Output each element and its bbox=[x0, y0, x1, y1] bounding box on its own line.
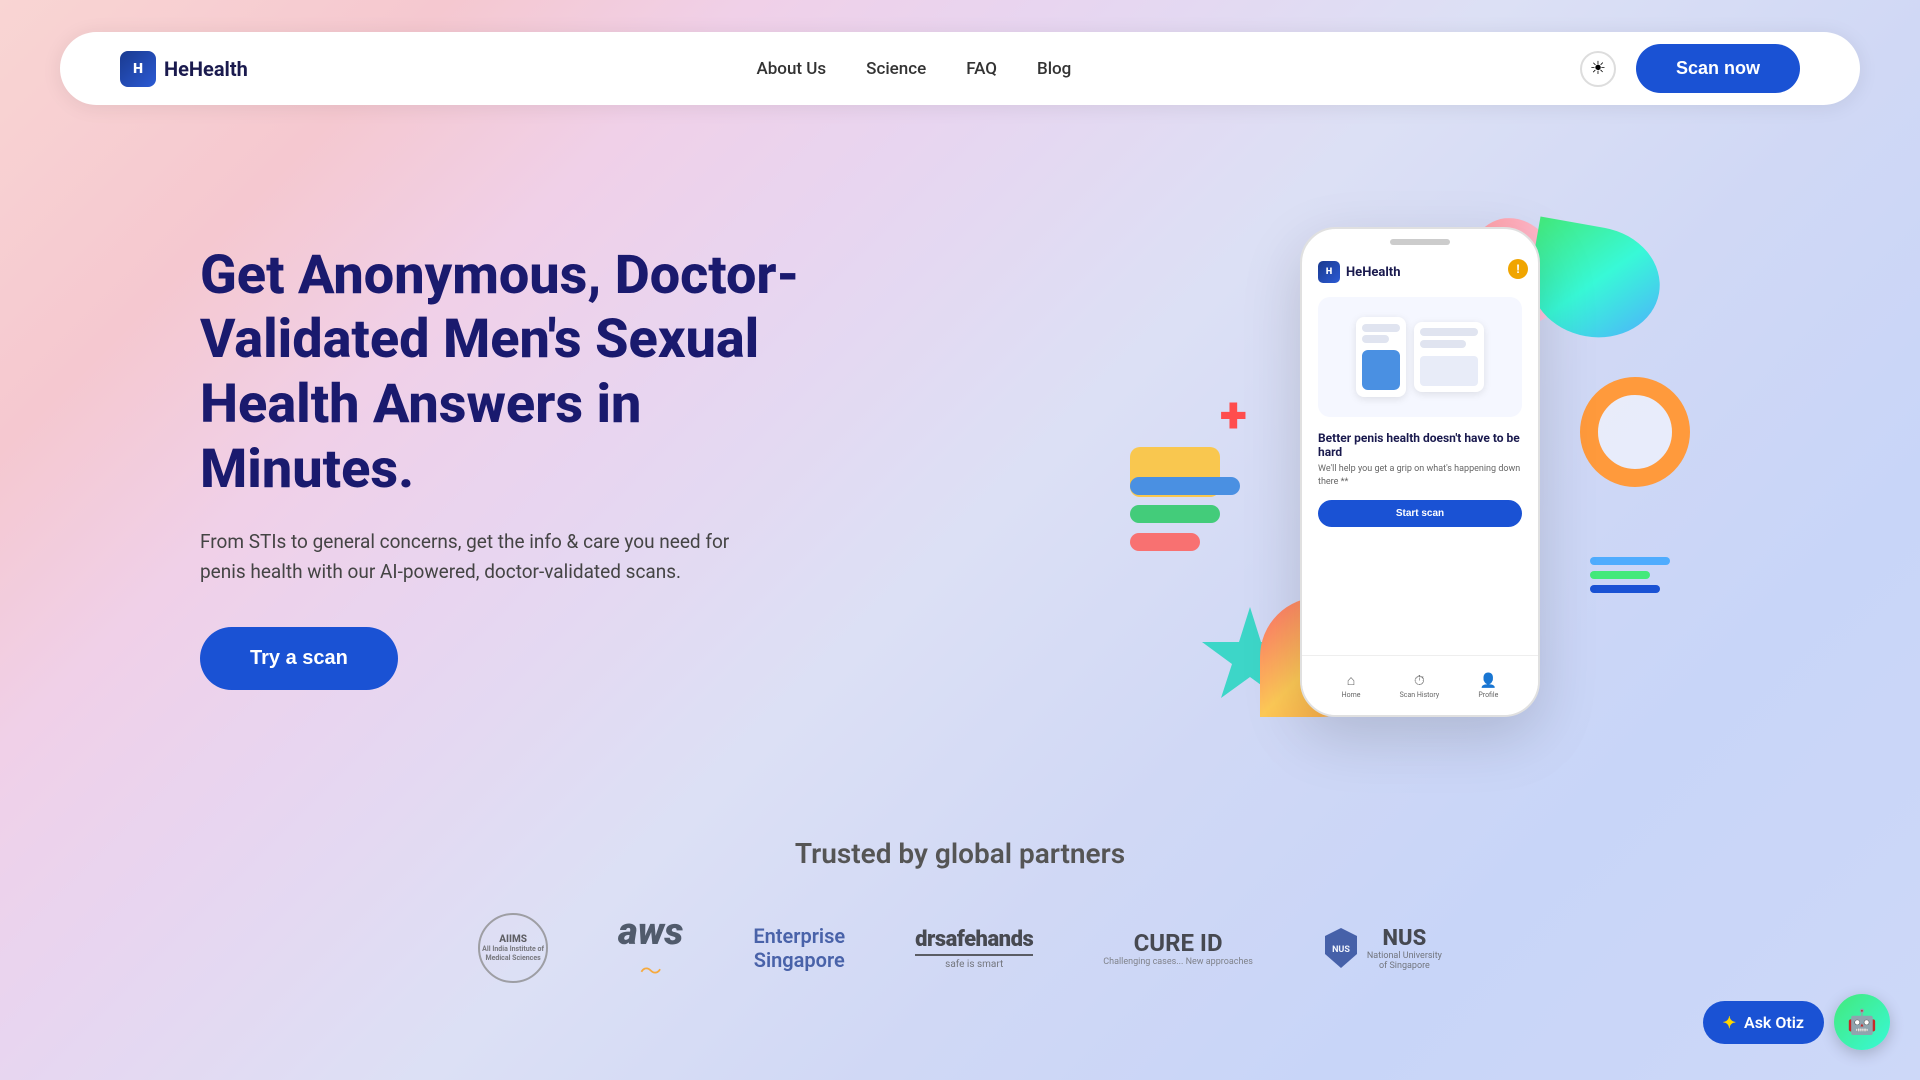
brand-logo[interactable]: H HeHealth bbox=[120, 51, 248, 87]
hero-text-block: Get Anonymous, Doctor-Validated Men's Se… bbox=[200, 244, 820, 691]
cureid-sub-text: Challenging cases... New approaches bbox=[1103, 957, 1253, 967]
nav-about[interactable]: About Us bbox=[756, 59, 826, 79]
partner-enterprise-sg: EnterpriseSingapore bbox=[753, 924, 845, 972]
pink-bar-decoration bbox=[1130, 533, 1200, 551]
chat-widget[interactable]: ✦ Ask Otiz 🤖 bbox=[1703, 994, 1890, 1050]
chat-label[interactable]: ✦ Ask Otiz bbox=[1703, 1001, 1824, 1044]
nav-links: About Us Science FAQ Blog bbox=[756, 59, 1071, 79]
sun-icon: ☀ bbox=[1590, 58, 1606, 79]
logo-icon: H bbox=[120, 51, 156, 87]
phone-mockup: H HeHealth ! bbox=[1300, 227, 1540, 717]
cureid-logo-text: CURE ID bbox=[1103, 929, 1253, 957]
plus-icon-decoration: + bbox=[1220, 387, 1247, 445]
partner-cure-id: CURE ID Challenging cases... New approac… bbox=[1103, 929, 1253, 967]
phone-logo-text: HeHealth bbox=[1346, 265, 1400, 280]
hero-visual: + H HeHealth bbox=[1120, 197, 1720, 737]
nus-subtext: National Universityof Singapore bbox=[1367, 951, 1442, 971]
theme-toggle-icon[interactable]: ☀ bbox=[1580, 51, 1616, 87]
chat-label-text: Ask Otiz bbox=[1744, 1013, 1804, 1032]
phone-preview-box2: ! bbox=[1414, 322, 1484, 392]
phone-tab-history-label: Scan History bbox=[1400, 691, 1440, 699]
phone-tab-home[interactable]: ⌂ Home bbox=[1342, 672, 1361, 699]
phone-app-preview: ! bbox=[1318, 297, 1522, 417]
brand-name: HeHealth bbox=[164, 57, 248, 81]
aws-arrow-icon: 〜 bbox=[640, 954, 662, 986]
hero-subtitle: From STIs to general concerns, get the i… bbox=[200, 527, 760, 588]
nus-logo-text: NUS bbox=[1367, 926, 1442, 951]
history-icon: ⏱ bbox=[1414, 673, 1425, 689]
navbar: H HeHealth About Us Science FAQ Blog ☀ S… bbox=[60, 32, 1860, 105]
partner-aws: aws 〜 bbox=[618, 910, 683, 986]
drsafehands-sub-text: safe is smart bbox=[915, 954, 1033, 970]
lines-decoration bbox=[1590, 557, 1670, 617]
partners-row: AIIMS All India Institute of Medical Sci… bbox=[100, 910, 1820, 986]
phone-tab-profile-label: Profile bbox=[1478, 691, 1498, 699]
green-bar-decoration bbox=[1130, 505, 1220, 523]
phone-text-block: Better penis health doesn't have to be h… bbox=[1318, 431, 1522, 488]
aiims-logo: AIIMS All India Institute of Medical Sci… bbox=[478, 913, 548, 983]
enterprise-sg-logo-text: EnterpriseSingapore bbox=[753, 924, 845, 972]
nav-science[interactable]: Science bbox=[866, 59, 926, 79]
try-scan-button[interactable]: Try a scan bbox=[200, 627, 398, 690]
phone-app-body: We'll help you get a grip on what's happ… bbox=[1318, 463, 1522, 488]
scan-now-button[interactable]: Scan now bbox=[1636, 44, 1800, 93]
partner-aiims: AIIMS All India Institute of Medical Sci… bbox=[478, 913, 548, 983]
phone-bottom-bar: ⌂ Home ⏱ Scan History 👤 Profile bbox=[1302, 655, 1538, 715]
phone-logo-icon: H bbox=[1318, 261, 1340, 283]
profile-icon: 👤 bbox=[1480, 673, 1497, 689]
phone-start-scan-button[interactable]: Start scan bbox=[1318, 500, 1522, 527]
blue-bar-decoration bbox=[1130, 477, 1240, 495]
phone-app-title: Better penis health doesn't have to be h… bbox=[1318, 431, 1522, 459]
home-icon: ⌂ bbox=[1347, 672, 1355, 689]
trusted-section: Trusted by global partners AIIMS All Ind… bbox=[0, 797, 1920, 1046]
phone-tab-profile[interactable]: 👤 Profile bbox=[1478, 673, 1498, 699]
nav-right: ☀ Scan now bbox=[1580, 44, 1800, 93]
phone-tab-scan-history[interactable]: ⏱ Scan History bbox=[1400, 673, 1440, 699]
drsafehands-logo-text: drsafehands bbox=[915, 927, 1033, 952]
hero-title: Get Anonymous, Doctor-Validated Men's Se… bbox=[200, 244, 820, 503]
chat-avatar-button[interactable]: 🤖 bbox=[1834, 994, 1890, 1050]
phone-preview-box1 bbox=[1356, 317, 1406, 397]
chat-bot-icon: 🤖 bbox=[1847, 1008, 1877, 1036]
nus-logo: NUS NUS National Universityof Singapore bbox=[1323, 926, 1442, 971]
phone-app-logo: H HeHealth bbox=[1318, 261, 1522, 283]
star-icon: ✦ bbox=[1723, 1013, 1736, 1032]
nav-blog[interactable]: Blog bbox=[1037, 59, 1071, 79]
trusted-title: Trusted by global partners bbox=[100, 837, 1820, 870]
svg-text:NUS: NUS bbox=[1332, 945, 1350, 955]
partner-nus: NUS NUS National Universityof Singapore bbox=[1323, 926, 1442, 971]
nav-faq[interactable]: FAQ bbox=[966, 59, 997, 79]
teal-blob-decoration bbox=[1521, 217, 1668, 348]
aws-logo-text: aws bbox=[618, 910, 683, 954]
hero-section: Get Anonymous, Doctor-Validated Men's Se… bbox=[0, 137, 1920, 797]
phone-tab-home-label: Home bbox=[1342, 691, 1361, 699]
partner-drsafehands: drsafehands safe is smart bbox=[915, 927, 1033, 970]
orange-ring-decoration bbox=[1580, 377, 1690, 487]
